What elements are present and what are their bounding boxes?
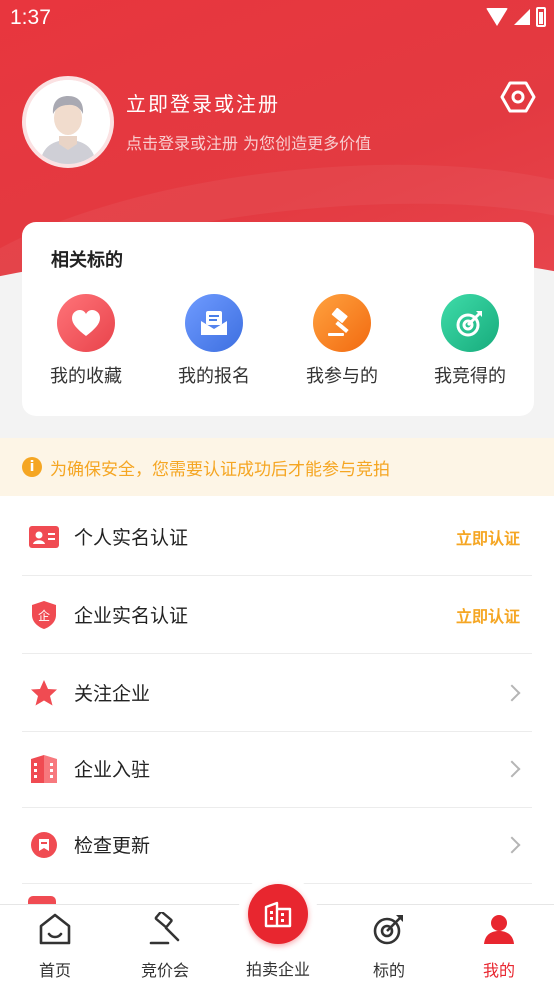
login-register-link[interactable]: 立即登录或注册: [126, 88, 280, 117]
avatar[interactable]: [22, 76, 114, 168]
followed-enterprises-row[interactable]: 关注企业: [22, 654, 532, 732]
tab-home[interactable]: 首页: [0, 905, 110, 984]
tab-auction-session[interactable]: 竞价会: [110, 905, 220, 984]
wifi-icon: [486, 8, 508, 26]
gavel-icon: [147, 911, 183, 947]
my-registrations-button[interactable]: 我的报名: [150, 294, 278, 388]
info-icon: i: [22, 457, 42, 477]
id-card-icon: [28, 521, 60, 553]
settings-list: 个人实名认证 立即认证 企 企业实名认证 立即认证 关注企业 企业入驻 检查更新: [0, 496, 554, 906]
tab-label: 我的: [482, 961, 515, 980]
security-notice: i 为确保安全，您需要认证成功后才能参与竞拍: [0, 438, 554, 496]
envelope-icon: [185, 294, 243, 352]
row-label: 关注企业: [74, 683, 151, 705]
verify-now-button[interactable]: 立即认证: [456, 525, 520, 549]
login-subtitle: 点击登录或注册 为您创造更多价值: [126, 134, 372, 153]
check-update-row[interactable]: 检查更新: [22, 806, 532, 884]
row-label: 检查更新: [74, 835, 151, 857]
row-label: 企业入驻: [74, 759, 151, 781]
status-time: 1:37: [10, 6, 51, 29]
svg-text:企: 企: [38, 608, 50, 623]
tab-label: 拍卖企业: [245, 960, 310, 979]
update-icon: [28, 829, 60, 861]
row-label: 个人实名认证: [74, 527, 189, 549]
personal-verification-row[interactable]: 个人实名认证 立即认证: [22, 498, 532, 576]
enterprise-shield-icon: 企: [28, 599, 60, 631]
avatar-placeholder-icon: [26, 80, 110, 164]
tab-auction-enterprise[interactable]: [248, 884, 308, 944]
chevron-right-icon: [503, 836, 521, 853]
enterprise-verification-row[interactable]: 企 企业实名认证 立即认证: [22, 576, 532, 654]
user-icon: [481, 911, 517, 947]
verify-now-button[interactable]: 立即认证: [456, 603, 520, 627]
enterprise-settle-row[interactable]: 企业入驻: [22, 730, 532, 808]
building-icon: [264, 901, 292, 928]
tab-mine[interactable]: 我的: [444, 905, 554, 984]
building-icon: [28, 753, 60, 785]
chevron-right-icon: [503, 684, 521, 701]
tab-label: 竞价会: [140, 961, 189, 980]
status-bar: 1:37: [0, 0, 554, 40]
settings-icon[interactable]: [500, 80, 536, 114]
target-icon: [371, 911, 407, 947]
tab-label: 标的: [372, 961, 405, 980]
star-icon: [28, 677, 60, 709]
won-label: 我竞得的: [434, 366, 506, 387]
chevron-right-icon: [503, 760, 521, 777]
my-won-button[interactable]: 我竞得的: [406, 294, 534, 388]
battery-icon: [536, 7, 546, 27]
home-icon: [37, 911, 73, 947]
row-label: 企业实名认证: [74, 605, 189, 627]
heart-icon: [57, 294, 115, 352]
gavel-icon: [313, 294, 371, 352]
notice-text: 为确保安全，您需要认证成功后才能参与竞拍: [50, 459, 390, 480]
tab-label: 首页: [38, 961, 71, 980]
registrations-label: 我的报名: [178, 366, 250, 387]
card-title: 相关标的: [51, 250, 123, 271]
target-icon: [441, 294, 499, 352]
favorites-label: 我的收藏: [50, 366, 122, 387]
tab-targets[interactable]: 标的: [334, 905, 444, 984]
signal-icon: [514, 9, 530, 25]
related-targets-card: 相关标的 我的收藏 我的报名 我参与的 我竞得的: [22, 222, 534, 416]
participated-label: 我参与的: [306, 366, 378, 387]
my-participated-button[interactable]: 我参与的: [278, 294, 406, 388]
my-favorites-button[interactable]: 我的收藏: [22, 294, 150, 388]
